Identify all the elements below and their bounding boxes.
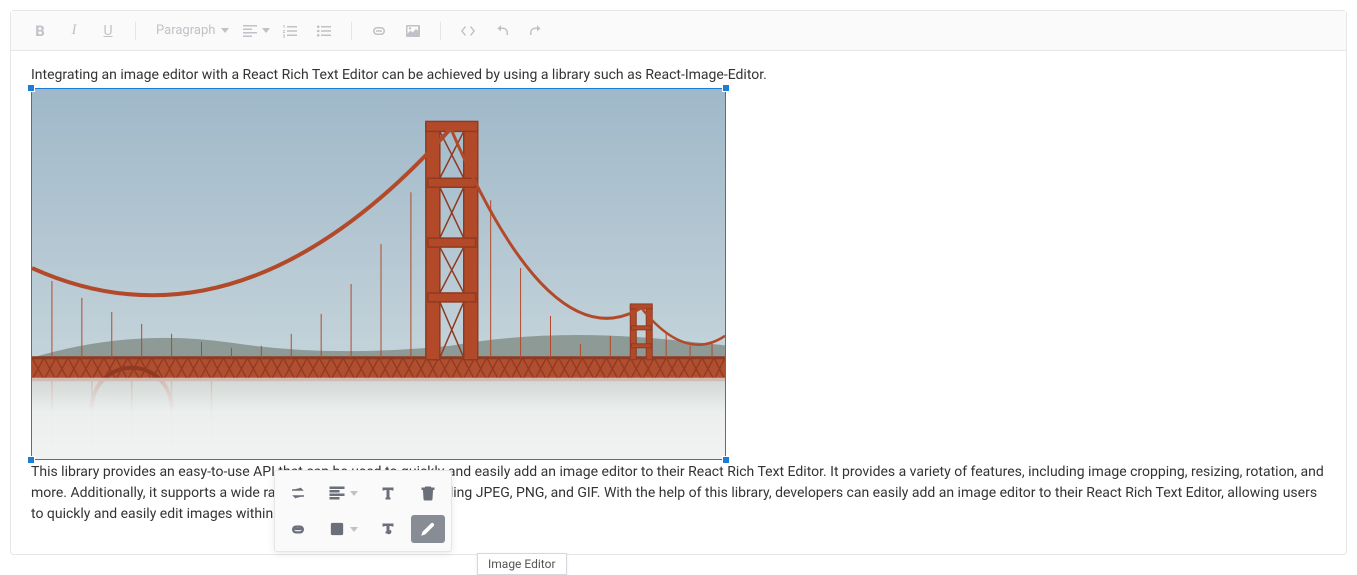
- image-caption-button[interactable]: [371, 479, 405, 507]
- format-dropdown[interactable]: Paragraph: [148, 16, 237, 46]
- ordered-list-icon: [282, 23, 298, 39]
- image-editor-tooltip: Image Editor: [477, 553, 567, 575]
- replace-icon: [290, 485, 306, 501]
- text-icon: [380, 485, 396, 501]
- image-link-button[interactable]: [281, 515, 315, 543]
- undo-icon: [494, 23, 510, 39]
- selected-image[interactable]: [31, 88, 726, 460]
- ordered-list-button[interactable]: [275, 16, 305, 46]
- image-remove-button[interactable]: [411, 479, 445, 507]
- toolbar-separator: [440, 22, 441, 40]
- image-toolbar-row-2: [281, 511, 445, 547]
- format-label: Paragraph: [156, 23, 215, 38]
- bold-button[interactable]: B: [25, 16, 55, 46]
- align-left-icon: [242, 23, 258, 39]
- redo-button[interactable]: [521, 16, 551, 46]
- pencil-icon: [420, 521, 436, 537]
- editor-content[interactable]: Integrating an image editor with a React…: [11, 51, 1346, 541]
- chevron-down-icon: [262, 28, 270, 33]
- display-icon: [329, 521, 345, 537]
- undo-button[interactable]: [487, 16, 517, 46]
- image-toolbar-row-1: [281, 475, 445, 511]
- golden-gate-image: [32, 89, 725, 459]
- link-button[interactable]: [364, 16, 394, 46]
- toolbar-separator: [351, 22, 352, 40]
- align-icon: [329, 485, 345, 501]
- image-align-dropdown[interactable]: [321, 479, 365, 507]
- resize-handle-se[interactable]: [722, 456, 730, 464]
- italic-button[interactable]: I: [59, 16, 89, 46]
- main-toolbar: B I U Paragraph: [11, 11, 1346, 51]
- trash-icon: [420, 485, 436, 501]
- chevron-down-icon: [350, 491, 358, 496]
- replace-image-button[interactable]: [281, 479, 315, 507]
- paragraph-1[interactable]: Integrating an image editor with a React…: [31, 65, 1326, 86]
- image-editor-button[interactable]: [411, 515, 445, 543]
- resize-handle-nw[interactable]: [27, 84, 35, 92]
- resize-handle-sw[interactable]: [27, 456, 35, 464]
- rich-text-editor: B I U Paragraph: [10, 10, 1347, 555]
- code-view-button[interactable]: [453, 16, 483, 46]
- image-display-dropdown[interactable]: [321, 515, 365, 543]
- unordered-list-button[interactable]: [309, 16, 339, 46]
- code-icon: [460, 23, 476, 39]
- image-quick-toolbar: [274, 470, 452, 552]
- image-alt-text-button[interactable]: [371, 515, 405, 543]
- alt-text-icon: [380, 521, 396, 537]
- toolbar-separator: [135, 22, 136, 40]
- chevron-down-icon: [350, 527, 358, 532]
- image-icon: [405, 23, 421, 39]
- redo-icon: [528, 23, 544, 39]
- underline-button[interactable]: U: [93, 16, 123, 46]
- paragraph-2[interactable]: This library provides an easy-to-use API…: [31, 462, 1326, 525]
- link-icon: [371, 23, 387, 39]
- chevron-down-icon: [221, 28, 229, 33]
- align-dropdown[interactable]: [241, 16, 271, 46]
- image-button[interactable]: [398, 16, 428, 46]
- link-icon: [290, 521, 306, 537]
- unordered-list-icon: [316, 23, 332, 39]
- resize-handle-ne[interactable]: [722, 84, 730, 92]
